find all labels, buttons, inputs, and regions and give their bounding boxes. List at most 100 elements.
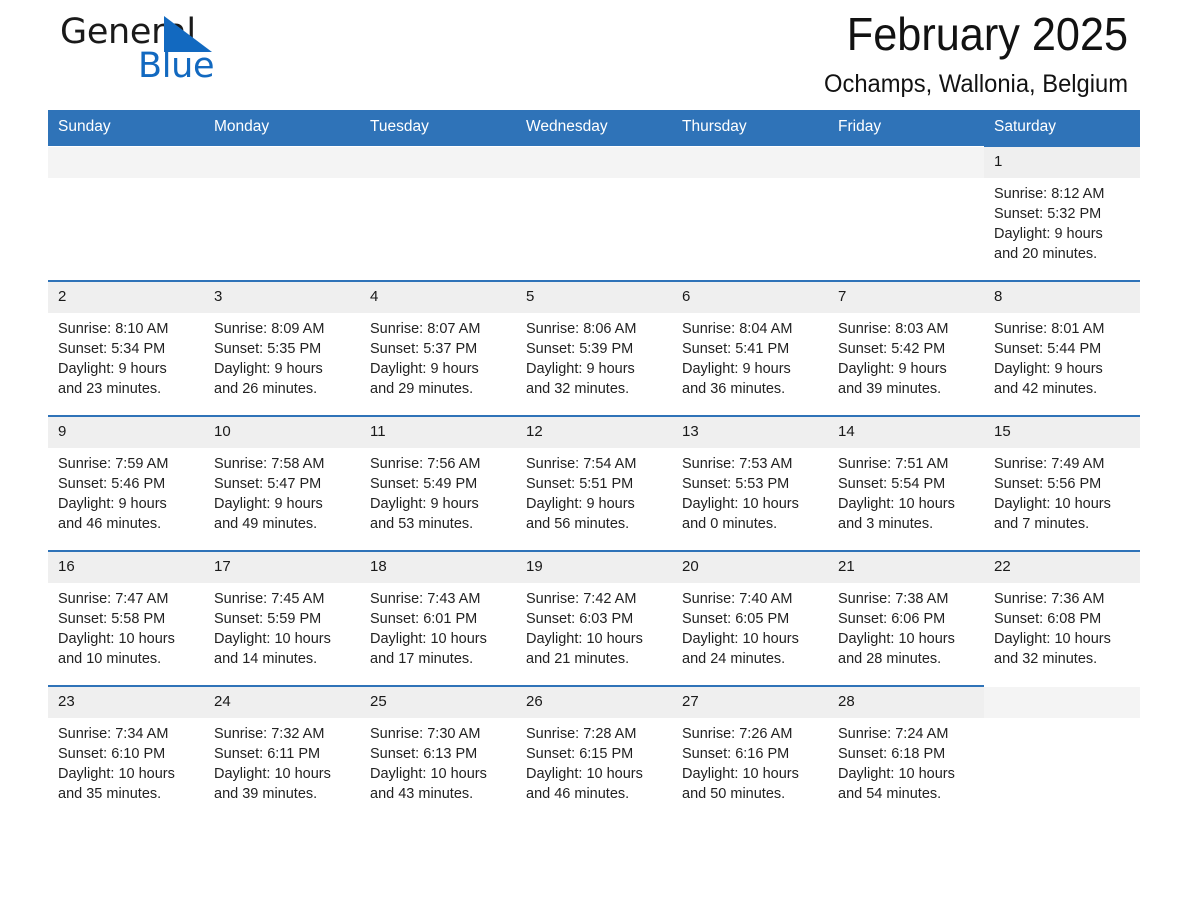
day-cell[interactable]: 28 Sunrise: 7:24 AM Sunset: 6:18 PM Dayligh… [828,685,984,821]
day-info: Sunrise: 7:36 AM Sunset: 6:08 PM Daylight:… [984,583,1140,669]
day-number: 1 [984,147,1140,178]
day-cell[interactable]: 7 Sunrise: 8:03 AM Sunset: 5:42 PM Daylight… [828,280,984,416]
day-info: Sunrise: 7:42 AM Sunset: 6:03 PM Daylight:… [516,583,672,669]
day-number: 7 [828,282,984,313]
day-number: 2 [48,282,204,313]
daylight-text-line2: and 28 minutes. [838,651,942,667]
day-cell[interactable]: 12 Sunrise: 7:54 AM Sunset: 5:51 PM Dayligh… [516,415,672,551]
day-cell[interactable]: 1 Sunrise: 8:12 AM Sunset: 5:32 PM Daylight… [984,145,1140,281]
daylight-text-line1: Daylight: 9 hours [682,361,791,377]
sunset-text: Sunset: 5:41 PM [682,341,790,357]
day-cell[interactable]: 4 Sunrise: 8:07 AM Sunset: 5:37 PM Daylight… [360,280,516,416]
day-info: Sunrise: 7:26 AM Sunset: 6:16 PM Daylight:… [672,718,828,804]
daylight-text-line2: and 21 minutes. [526,651,630,667]
weekday-header-friday: Friday [828,110,984,146]
weekday-header-sunday: Sunday [48,110,204,146]
day-number: 3 [204,282,360,313]
day-cell[interactable]: 23 Sunrise: 7:34 AM Sunset: 6:10 PM Dayligh… [48,685,204,821]
sunset-text: Sunset: 5:34 PM [58,341,166,357]
day-cell-empty [516,146,672,281]
daylight-text-line2: and 46 minutes. [58,516,162,532]
day-cell[interactable]: 22 Sunrise: 7:36 AM Sunset: 6:08 PM Dayligh… [984,550,1140,686]
daylight-text-line1: Daylight: 10 hours [682,496,799,512]
day-number: 12 [516,417,672,448]
weekday-header-saturday: Saturday [984,110,1140,146]
daylight-text-line1: Daylight: 9 hours [994,361,1103,377]
sunset-text: Sunset: 6:18 PM [838,746,946,762]
daylight-text-line1: Daylight: 9 hours [58,361,167,377]
sunrise-text: Sunrise: 8:06 AM [526,321,637,337]
day-info: Sunrise: 8:07 AM Sunset: 5:37 PM Daylight:… [360,313,516,399]
day-info: Sunrise: 7:34 AM Sunset: 6:10 PM Daylight:… [48,718,204,804]
sunrise-text: Sunrise: 7:45 AM [214,591,325,607]
daylight-text-line2: and 20 minutes. [994,246,1098,262]
daylight-text-line1: Daylight: 9 hours [994,226,1103,242]
sunrise-text: Sunrise: 8:07 AM [370,321,481,337]
day-cell[interactable]: 25 Sunrise: 7:30 AM Sunset: 6:13 PM Dayligh… [360,685,516,821]
day-cell[interactable]: 16 Sunrise: 7:47 AM Sunset: 5:58 PM Dayligh… [48,550,204,686]
sunrise-text: Sunrise: 8:12 AM [994,186,1105,202]
day-cell[interactable]: 5 Sunrise: 8:06 AM Sunset: 5:39 PM Daylight… [516,280,672,416]
daylight-text-line2: and 39 minutes. [214,786,318,802]
daylight-text-line1: Daylight: 10 hours [838,496,955,512]
sunset-text: Sunset: 5:32 PM [994,206,1102,222]
daylight-text-line2: and 23 minutes. [58,381,162,397]
day-cell[interactable]: 2 Sunrise: 8:10 AM Sunset: 5:34 PM Daylight… [48,280,204,416]
day-cell[interactable]: 26 Sunrise: 7:28 AM Sunset: 6:15 PM Dayligh… [516,685,672,821]
daylight-text-line1: Daylight: 10 hours [370,631,487,647]
day-cell-empty [828,146,984,281]
daylight-text-line2: and 0 minutes. [682,516,778,532]
day-number: 13 [672,417,828,448]
daylight-text-line1: Daylight: 10 hours [682,631,799,647]
sunset-text: Sunset: 6:06 PM [838,611,946,627]
day-number: 19 [516,552,672,583]
day-cell[interactable]: 10 Sunrise: 7:58 AM Sunset: 5:47 PM Dayligh… [204,415,360,551]
day-cell[interactable]: 27 Sunrise: 7:26 AM Sunset: 6:16 PM Dayligh… [672,685,828,821]
day-number: 15 [984,417,1140,448]
day-number: 5 [516,282,672,313]
day-cell[interactable]: 17 Sunrise: 7:45 AM Sunset: 5:59 PM Dayligh… [204,550,360,686]
calendar-page: General Blue February 2025 Ochamps, Wall… [0,0,1188,918]
calendar-week-row: 16 Sunrise: 7:47 AM Sunset: 5:58 PM Dayligh… [48,550,1140,686]
daylight-text-line2: and 43 minutes. [370,786,474,802]
daylight-text-line2: and 54 minutes. [838,786,942,802]
day-number: 28 [828,687,984,718]
day-number: 23 [48,687,204,718]
day-cell[interactable]: 14 Sunrise: 7:51 AM Sunset: 5:54 PM Dayligh… [828,415,984,551]
day-cell[interactable]: 18 Sunrise: 7:43 AM Sunset: 6:01 PM Dayligh… [360,550,516,686]
sunset-text: Sunset: 5:59 PM [214,611,322,627]
day-cell[interactable]: 3 Sunrise: 8:09 AM Sunset: 5:35 PM Daylight… [204,280,360,416]
day-number: 24 [204,687,360,718]
day-number: 16 [48,552,204,583]
day-cell[interactable]: 8 Sunrise: 8:01 AM Sunset: 5:44 PM Daylight… [984,280,1140,416]
daylight-text-line1: Daylight: 10 hours [526,766,643,782]
day-info: Sunrise: 7:47 AM Sunset: 5:58 PM Daylight:… [48,583,204,669]
day-cell[interactable]: 11 Sunrise: 7:56 AM Sunset: 5:49 PM Dayligh… [360,415,516,551]
day-number: 6 [672,282,828,313]
daylight-text-line1: Daylight: 9 hours [58,496,167,512]
sunrise-text: Sunrise: 7:47 AM [58,591,169,607]
day-cell[interactable]: 6 Sunrise: 8:04 AM Sunset: 5:41 PM Daylight… [672,280,828,416]
day-cell[interactable]: 13 Sunrise: 7:53 AM Sunset: 5:53 PM Dayligh… [672,415,828,551]
logo-text-blue: Blue [138,46,215,86]
day-cell[interactable]: 15 Sunrise: 7:49 AM Sunset: 5:56 PM Dayligh… [984,415,1140,551]
weekday-header-wednesday: Wednesday [516,110,672,146]
calendar-table: Sunday Monday Tuesday Wednesday Thursday… [48,110,1140,821]
sunrise-text: Sunrise: 7:56 AM [370,456,481,472]
daylight-text-line2: and 32 minutes. [526,381,630,397]
daylight-text-line1: Daylight: 10 hours [838,766,955,782]
day-info: Sunrise: 7:32 AM Sunset: 6:11 PM Daylight:… [204,718,360,804]
sunrise-text: Sunrise: 7:49 AM [994,456,1105,472]
day-cell[interactable]: 19 Sunrise: 7:42 AM Sunset: 6:03 PM Dayligh… [516,550,672,686]
calendar-week-row: 2 Sunrise: 8:10 AM Sunset: 5:34 PM Daylight… [48,280,1140,416]
sunrise-text: Sunrise: 7:42 AM [526,591,637,607]
general-blue-logo[interactable]: General Blue [60,10,260,90]
sunrise-text: Sunrise: 7:43 AM [370,591,481,607]
daylight-text-line2: and 17 minutes. [370,651,474,667]
day-cell-empty [984,686,1140,821]
day-cell[interactable]: 21 Sunrise: 7:38 AM Sunset: 6:06 PM Dayligh… [828,550,984,686]
day-cell[interactable]: 24 Sunrise: 7:32 AM Sunset: 6:11 PM Dayligh… [204,685,360,821]
sunset-text: Sunset: 6:05 PM [682,611,790,627]
day-cell[interactable]: 9 Sunrise: 7:59 AM Sunset: 5:46 PM Daylight… [48,415,204,551]
day-cell[interactable]: 20 Sunrise: 7:40 AM Sunset: 6:05 PM Dayligh… [672,550,828,686]
